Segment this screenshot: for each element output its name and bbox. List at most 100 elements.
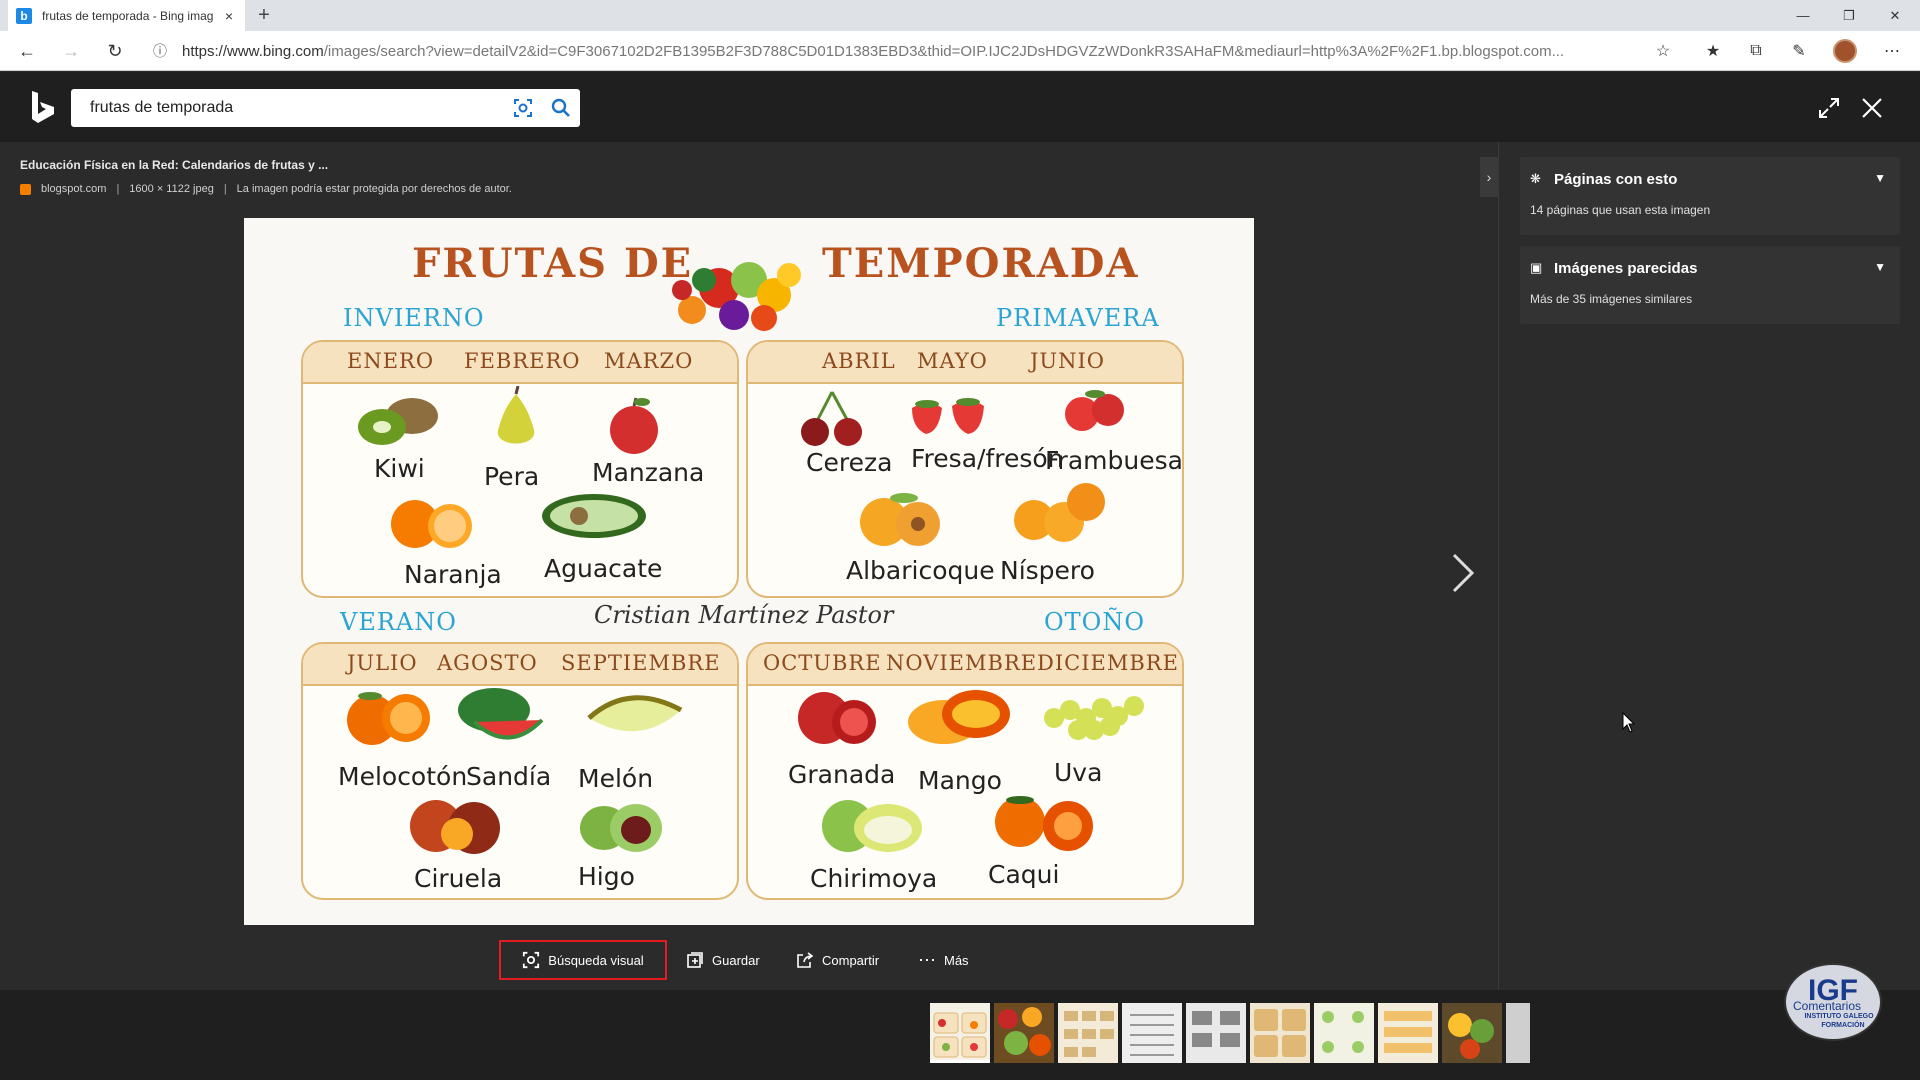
fruit-label: Pera (484, 462, 540, 491)
meta-divider: | (116, 183, 120, 195)
fruit-label: Chirimoya (810, 864, 938, 893)
cherry-icon (801, 391, 862, 446)
search-box[interactable]: frutas de temporada (71, 89, 580, 127)
read-aloud-icon[interactable]: ✎ (1784, 37, 1814, 65)
favorites-icon[interactable]: ★ (1698, 37, 1728, 65)
refresh-icon[interactable]: ↻ (100, 37, 130, 65)
thumbnail[interactable] (1186, 1003, 1246, 1063)
info-icon[interactable]: ⓘ (146, 41, 174, 61)
tab-strip: b frutas de temporada - Bing imag × + — … (0, 0, 1920, 31)
new-tab-button[interactable]: + (252, 4, 276, 28)
tab-close-icon[interactable]: × (221, 8, 237, 24)
thumbnail[interactable] (994, 1003, 1054, 1063)
season-spring: PRIMAVERA (996, 304, 1160, 332)
season-summer: VERANO (340, 608, 457, 636)
expand-icon[interactable] (1814, 94, 1844, 122)
main-image[interactable]: FRUTAS DE TEMPORADA INVIERNO PRIMAVERA E… (244, 218, 1254, 925)
poster-title-right: TEMPORADA (822, 240, 1140, 287)
forward-icon[interactable]: → (56, 37, 86, 65)
month-label: JUNIO (1030, 349, 1106, 373)
raspberry-icon (1065, 390, 1124, 431)
fruit-label: Fresa/fresón (911, 444, 1064, 473)
caret-down-icon[interactable]: ▼ (1874, 260, 1886, 274)
search-icon[interactable] (542, 98, 580, 118)
fruit-label: Melón (578, 764, 654, 793)
fruit-label: Naranja (404, 560, 502, 589)
fruit-label: Manzana (592, 458, 705, 487)
search-input[interactable]: frutas de temporada (90, 99, 504, 117)
minimize-icon[interactable]: — (1780, 0, 1826, 31)
strawberry-icon (912, 398, 984, 434)
month-label: FEBRERO (464, 349, 581, 373)
bing-logo-icon[interactable] (30, 90, 56, 124)
poster-title-left: FRUTAS DE (412, 240, 694, 287)
profile-avatar[interactable] (1833, 39, 1857, 63)
thumbnail[interactable] (1250, 1003, 1310, 1063)
fruit-label: Sandía (466, 762, 552, 791)
pages-with-image-card[interactable]: ❋ Páginas con esto ▼ 14 páginas que usan… (1520, 157, 1900, 235)
more-dots-icon: ⋯ (918, 949, 936, 970)
thumbnail[interactable] (930, 1003, 990, 1063)
watermark-text: Comentarios (1793, 999, 1861, 1013)
close-viewer-icon[interactable] (1857, 94, 1887, 122)
url-path: /images/search?view=detailV2&id=C9F30671… (323, 42, 1565, 60)
month-label: JULIO (347, 651, 418, 675)
save-button[interactable]: Guardar (686, 940, 760, 980)
fruit-label: Níspero (1000, 556, 1095, 585)
visual-search-label: Búsqueda visual (548, 952, 644, 968)
melon-icon (587, 695, 683, 732)
thumbnail[interactable] (1314, 1003, 1374, 1063)
save-icon (687, 952, 703, 968)
tab-title: frutas de temporada - Bing imag (42, 8, 214, 23)
thumbnail[interactable] (1122, 1003, 1182, 1063)
back-icon[interactable]: ← (12, 37, 42, 65)
thumbnail[interactable] (1378, 1003, 1438, 1063)
favorite-star-icon[interactable]: ☆ (1648, 37, 1678, 65)
more-button[interactable]: ⋯ Más (918, 940, 969, 980)
more-menu-icon[interactable]: ⋯ (1877, 37, 1907, 65)
browser-toolbar: ← → ↻ ⓘ https://www.bing.com/images/sear… (0, 31, 1920, 71)
collapse-panel-chevron-icon[interactable]: › (1480, 157, 1498, 197)
igf-watermark-logo: IGF Comentarios INSTITUTO GALEGO FORMACI… (1784, 963, 1882, 1041)
season-winter: INVIERNO (343, 304, 485, 332)
address-url[interactable]: https://www.bing.com/images/search?view=… (174, 43, 1686, 60)
save-label: Guardar (712, 952, 760, 968)
collections-icon[interactable]: ⧉ (1741, 37, 1771, 65)
visual-search-camera-icon[interactable] (504, 98, 542, 118)
pear-icon (497, 386, 535, 444)
share-label: Compartir (822, 952, 880, 968)
blogger-icon (20, 183, 31, 195)
image-title[interactable]: Educación Física en la Red: Calendarios … (20, 158, 328, 172)
mango-icon (908, 690, 1010, 744)
similar-subtitle: Más de 35 imágenes similares (1530, 292, 1693, 306)
fruit-label: Cereza (806, 448, 893, 477)
peach-icon (347, 692, 430, 745)
visual-search-button[interactable]: Búsqueda visual (499, 940, 667, 980)
month-label: DICIEMBRE (1037, 651, 1179, 675)
thumbnail[interactable] (1058, 1003, 1118, 1063)
apple-icon (610, 397, 658, 454)
caret-down-icon[interactable]: ▼ (1874, 171, 1886, 185)
image-source[interactable]: blogspot.com (41, 183, 106, 195)
share-button[interactable]: Compartir (796, 940, 879, 980)
fig-icon (580, 804, 662, 852)
browser-tab[interactable]: b frutas de temporada - Bing imag × (8, 0, 245, 31)
fruit-basket-icon (672, 262, 801, 331)
month-label: ABRIL (822, 349, 896, 373)
next-image-chevron-icon[interactable] (1448, 548, 1478, 598)
custard-apple-icon (822, 800, 922, 852)
restore-icon[interactable]: ❐ (1826, 0, 1872, 31)
thumbnail[interactable] (1506, 1003, 1530, 1063)
similar-images-card[interactable]: ▣ Imágenes parecidas ▼ Más de 35 imágene… (1520, 246, 1900, 324)
address-bar[interactable]: ⓘ https://www.bing.com/images/search?vie… (146, 35, 1686, 67)
pomegranate-icon (798, 692, 876, 744)
thumbnail[interactable] (1442, 1003, 1502, 1063)
fruit-label: Aguacate (544, 554, 663, 583)
pages-subtitle: 14 páginas que usan esta imagen (1530, 203, 1711, 217)
close-window-icon[interactable]: ✕ (1872, 0, 1918, 31)
month-label: NOVIEMBRE (886, 651, 1038, 675)
month-label: AGOSTO (437, 651, 538, 675)
mouse-cursor-icon (1622, 712, 1636, 733)
fruit-label: Melocotón (338, 762, 468, 791)
avocado-icon (542, 494, 646, 538)
